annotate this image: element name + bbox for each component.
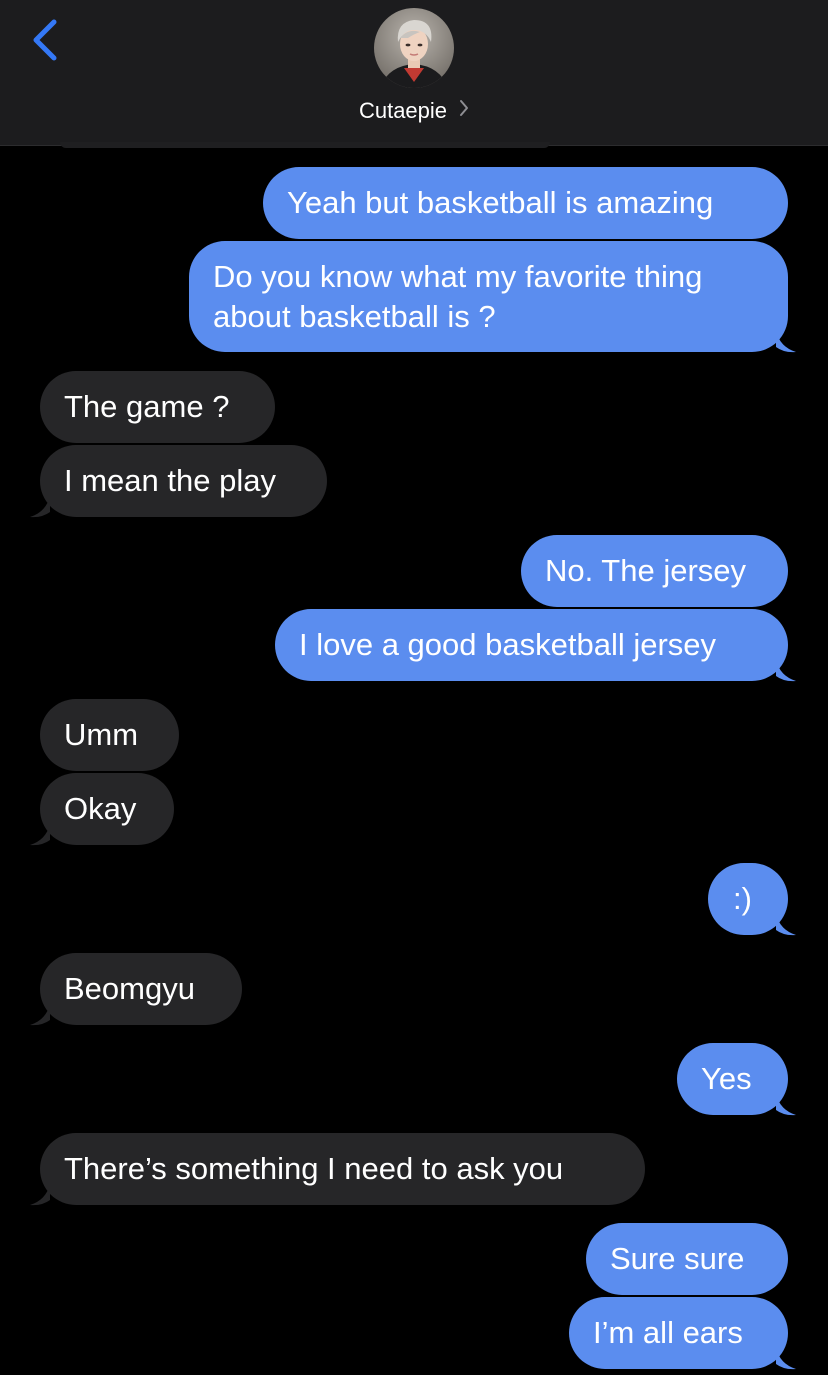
- previous-message-edge: [60, 142, 550, 148]
- contact-name: Cutaepie: [358, 98, 448, 123]
- message-bubble-sent[interactable]: I’m all ears: [569, 1297, 788, 1369]
- message-bubble-received[interactable]: There’s something I need to ask you: [40, 1133, 645, 1205]
- message-text: I love a good basketball jersey: [299, 627, 717, 662]
- message-bubble-sent[interactable]: Yeah but basketball is amazing: [263, 167, 788, 239]
- message-text: Umm: [64, 717, 139, 752]
- message-bubble-sent[interactable]: Yes: [677, 1043, 788, 1115]
- message-bubble-received[interactable]: The game ?: [40, 371, 275, 443]
- message-bubble-sent[interactable]: No. The jersey: [521, 535, 788, 607]
- message-text: I mean the play: [64, 463, 276, 498]
- message-bubble-sent[interactable]: :): [708, 863, 788, 935]
- conversation-header: Cutaepie: [0, 0, 828, 146]
- message-text: There’s something I need to ask you: [64, 1151, 564, 1186]
- message-bubble-received[interactable]: Okay: [40, 773, 174, 845]
- chevron-right-icon: [459, 95, 469, 125]
- avatar-photo: [374, 8, 454, 88]
- contact-avatar[interactable]: [374, 8, 454, 88]
- chevron-left-icon: [33, 19, 57, 61]
- message-bubble-sent[interactable]: I love a good basketball jersey: [275, 609, 788, 681]
- message-text: Sure sure: [610, 1241, 745, 1276]
- message-text: The game ?: [64, 389, 230, 424]
- message-bubble-sent[interactable]: Sure sure: [586, 1223, 788, 1295]
- message-bubble-sent[interactable]: Do you know what my favorite thing about…: [189, 241, 788, 352]
- message-text: I’m all ears: [593, 1315, 743, 1350]
- message-text: Yeah but basketball is amazing: [287, 185, 714, 220]
- message-text: Beomgyu: [64, 971, 195, 1006]
- message-text: Yes: [701, 1061, 752, 1096]
- message-text: Do you know what my favorite thing about…: [213, 259, 703, 334]
- message-bubble-received[interactable]: Beomgyu: [40, 953, 242, 1025]
- message-bubble-received[interactable]: Umm: [40, 699, 179, 771]
- message-text: No. The jersey: [545, 553, 747, 588]
- message-bubble-received[interactable]: I mean the play: [40, 445, 327, 517]
- contact-name-button[interactable]: Cutaepie: [0, 96, 828, 127]
- message-text: Okay: [64, 791, 137, 826]
- message-text: :): [733, 881, 752, 916]
- back-button[interactable]: [26, 16, 70, 66]
